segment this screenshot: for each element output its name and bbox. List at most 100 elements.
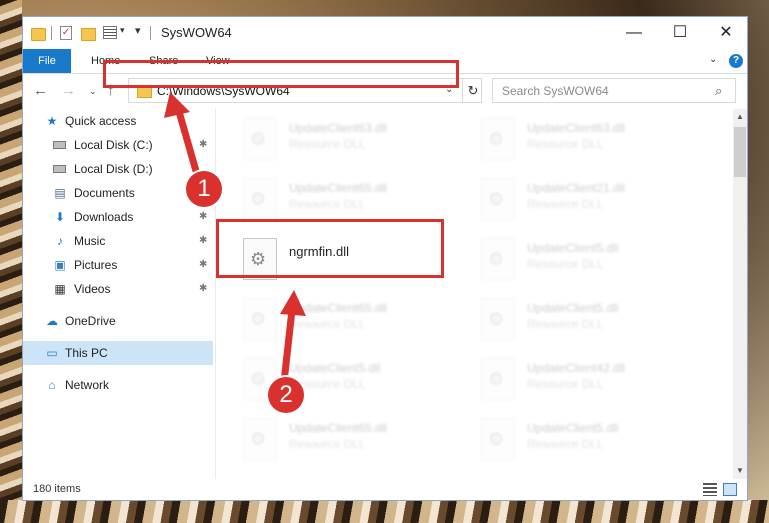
file-type: Resource DLL	[527, 377, 604, 391]
pin-icon[interactable]: ✱	[199, 133, 207, 157]
folder-icon	[137, 85, 152, 98]
tab-share[interactable]: Share	[149, 49, 178, 73]
file-name: UpdateClient5.dll	[289, 361, 381, 375]
file-type: Resource DLL	[527, 437, 604, 451]
large-icons-view-icon[interactable]	[723, 483, 737, 496]
tab-file[interactable]: File	[23, 49, 71, 73]
maximize-button[interactable]: ☐	[657, 17, 703, 49]
file-item[interactable]: ⚙ UpdateClient65.dll Resource DLL	[219, 293, 443, 349]
sidebar-item-label: Music	[74, 234, 106, 248]
file-item[interactable]: ⚙ UpdateClient65.dll Resource DLL	[219, 413, 443, 469]
desktop-wallpaper-left	[0, 0, 22, 523]
address-dropdown-icon[interactable]: ⌄	[445, 84, 453, 95]
file-item[interactable]: ⚙ UpdateClient65.dll Resource DLL	[219, 173, 443, 229]
file-item[interactable]: ⚙ UpdateClient5.dll Resource DLL	[219, 353, 443, 409]
sidebar-item-onedrive[interactable]: ☁ OneDrive	[23, 309, 213, 333]
window-title: SysWOW64	[161, 25, 232, 40]
folder-icon	[31, 28, 46, 41]
status-bar: 180 items	[23, 479, 747, 501]
address-path[interactable]: C:\Windows\SysWOW64	[157, 84, 290, 98]
step-2-badge: 2	[268, 377, 304, 413]
recent-locations-icon[interactable]: ⌄	[89, 86, 97, 97]
file-explorer-window: ✓ ▾ ▾ SysWOW64 — ☐ ✕ File Home Share Vie…	[22, 16, 748, 501]
search-box[interactable]: Search SysWOW64 ⌕	[492, 78, 736, 103]
network-icon: ⌂	[48, 378, 56, 392]
properties-check-icon[interactable]: ✓	[60, 26, 72, 40]
pin-icon[interactable]: ✱	[199, 229, 207, 253]
file-type: Resource DLL	[527, 317, 604, 331]
step-1-badge: 1	[186, 171, 222, 207]
sidebar-item-network[interactable]: ⌂ Network	[23, 373, 213, 397]
tab-view[interactable]: View	[206, 49, 230, 73]
file-item-ngrmfin[interactable]: ⚙ ngrmfin.dll	[219, 233, 443, 289]
videos-icon: ▦	[54, 282, 66, 296]
sidebar-item-label: Quick access	[65, 114, 137, 128]
file-item[interactable]: ⚙ UpdateClient5.dll Resource DLL	[457, 293, 681, 349]
help-icon[interactable]: ?	[729, 54, 743, 68]
up-button[interactable]: ↑	[107, 82, 115, 99]
pin-icon[interactable]: ✱	[199, 253, 207, 277]
sidebar-item-pictures[interactable]: ▣ Pictures ✱	[23, 253, 213, 277]
sidebar-item-quick-access[interactable]: ★ Quick access	[23, 109, 213, 133]
file-type: Resource DLL	[527, 197, 604, 211]
vertical-scrollbar[interactable]: ▲ ▼	[733, 109, 747, 479]
new-folder-icon[interactable]	[81, 28, 96, 41]
file-name: UpdateClient5.dll	[527, 421, 619, 435]
back-button[interactable]: ←	[33, 82, 48, 99]
expand-ribbon-icon[interactable]: ⌄	[709, 54, 717, 65]
pin-icon[interactable]: ✱	[199, 277, 207, 301]
star-icon: ★	[46, 114, 58, 128]
document-icon: ▤	[54, 186, 66, 200]
customize-toolbar-icon[interactable]: ▾	[135, 24, 141, 38]
navigation-bar: ← → ⌄ ↑ C:\Windows\SysWOW64 ⌄ ↻ Search S…	[23, 74, 747, 108]
file-type: Resource DLL	[289, 137, 366, 151]
forward-button[interactable]: →	[61, 82, 76, 99]
sidebar-item-label: This PC	[65, 346, 108, 360]
file-list: ⚙ UpdateClient63.dll Resource DLL ⚙ Upda…	[219, 109, 733, 479]
dll-file-icon: ⚙	[243, 298, 277, 340]
search-input[interactable]: Search SysWOW64	[502, 84, 609, 98]
sidebar-item-music[interactable]: ♪ Music ✱	[23, 229, 213, 253]
file-item[interactable]: ⚙ UpdateClient42.dll Resource DLL	[457, 353, 681, 409]
sidebar-item-local-disk-c[interactable]: Local Disk (C:) ✱	[23, 133, 213, 157]
file-item[interactable]: ⚙ UpdateClient21.dll Resource DLL	[457, 173, 681, 229]
sidebar-item-this-pc[interactable]: ▭ This PC	[23, 341, 213, 365]
dll-file-icon: ⚙	[481, 178, 515, 220]
tab-home[interactable]: Home	[91, 49, 120, 73]
details-view-icon[interactable]	[703, 483, 717, 496]
ribbon-tabs: File Home Share View ⌄ ?	[23, 49, 747, 74]
file-name: UpdateClient5.dll	[527, 241, 619, 255]
refresh-button[interactable]: ↻	[462, 79, 483, 102]
file-name: ngrmfin.dll	[289, 244, 349, 259]
file-name: UpdateClient63.dll	[527, 121, 626, 135]
search-icon[interactable]: ⌕	[715, 83, 722, 99]
properties-icon[interactable]	[103, 26, 117, 39]
title-divider	[150, 26, 151, 40]
pictures-icon: ▣	[54, 258, 66, 272]
close-button[interactable]: ✕	[703, 17, 749, 49]
scrollbar-thumb[interactable]	[734, 127, 746, 177]
file-name: UpdateClient63.dll	[289, 121, 388, 135]
sidebar-item-label: Videos	[74, 282, 111, 296]
sidebar-item-downloads[interactable]: ⬇ Downloads ✱	[23, 205, 213, 229]
file-item[interactable]: ⚙ UpdateClient63.dll Resource DLL	[219, 113, 443, 169]
scroll-down-icon[interactable]: ▼	[733, 463, 747, 479]
pin-icon[interactable]: ✱	[199, 205, 207, 229]
sidebar-item-documents[interactable]: ▤ Documents ✱	[23, 181, 213, 205]
dll-file-icon: ⚙	[481, 118, 515, 160]
address-bar[interactable]: C:\Windows\SysWOW64 ⌄ ↻	[128, 78, 482, 103]
sidebar-item-local-disk-d[interactable]: Local Disk (D:)	[23, 157, 213, 181]
item-count: 180 items	[33, 483, 81, 495]
dll-file-icon: ⚙	[243, 118, 277, 160]
pane-divider[interactable]	[215, 109, 216, 479]
scroll-up-icon[interactable]: ▲	[733, 109, 747, 125]
file-item[interactable]: ⚙ UpdateClient63.dll Resource DLL	[457, 113, 681, 169]
dll-file-icon: ⚙	[243, 418, 277, 460]
sidebar-item-label: Network	[65, 378, 110, 392]
file-item[interactable]: ⚙ UpdateClient5.dll Resource DLL	[457, 413, 681, 469]
file-item[interactable]: ⚙ UpdateClient5.dll Resource DLL	[457, 233, 681, 289]
minimize-button[interactable]: —	[611, 17, 657, 49]
sidebar-item-videos[interactable]: ▦ Videos ✱	[23, 277, 213, 301]
quick-access-dropdown-icon[interactable]: ▾	[120, 25, 125, 39]
sidebar-item-label: Local Disk (C:)	[74, 138, 153, 152]
